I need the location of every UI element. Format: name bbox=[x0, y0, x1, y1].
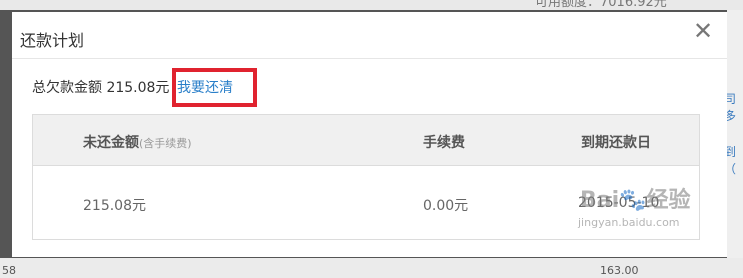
header-fee: 手续费 bbox=[423, 135, 465, 151]
header-amount-label: 未还金额 bbox=[83, 135, 139, 151]
table-header: 未还金额(含手续费) 手续费 到期还款日 bbox=[33, 115, 699, 166]
pay-off-link[interactable]: 我要还清 bbox=[177, 77, 233, 97]
background-bottom-text-2: 163.00 bbox=[600, 264, 639, 277]
row-amount: 215.08元 bbox=[83, 198, 146, 214]
row-fee: 0.00元 bbox=[423, 198, 469, 214]
repayment-table: 未还金额(含手续费) 手续费 到期还款日 215.08元 0.00元 2015-… bbox=[32, 114, 700, 240]
background-bottom-text-1: 58 bbox=[2, 264, 16, 277]
repayment-plan-dialog: 还款计划 ✕ 总欠款金额 215.08元 我要还清 未还金额(含手续费) 手续费… bbox=[12, 12, 727, 257]
header-amount: 未还金额(含手续费) bbox=[83, 132, 192, 152]
dialog-title: 还款计划 bbox=[20, 31, 85, 50]
total-owed-summary: 总欠款金额 215.08元 bbox=[32, 80, 170, 96]
header-amount-note: (含手续费) bbox=[139, 137, 192, 150]
header-due-date: 到期还款日 bbox=[581, 135, 651, 151]
row-due-date: 2015-05-10 bbox=[578, 195, 660, 211]
close-icon[interactable]: ✕ bbox=[692, 19, 714, 43]
dialog-header: 还款计划 ✕ bbox=[12, 12, 727, 59]
background-credit-text: 可用额度：7016.92元 bbox=[535, 0, 667, 10]
